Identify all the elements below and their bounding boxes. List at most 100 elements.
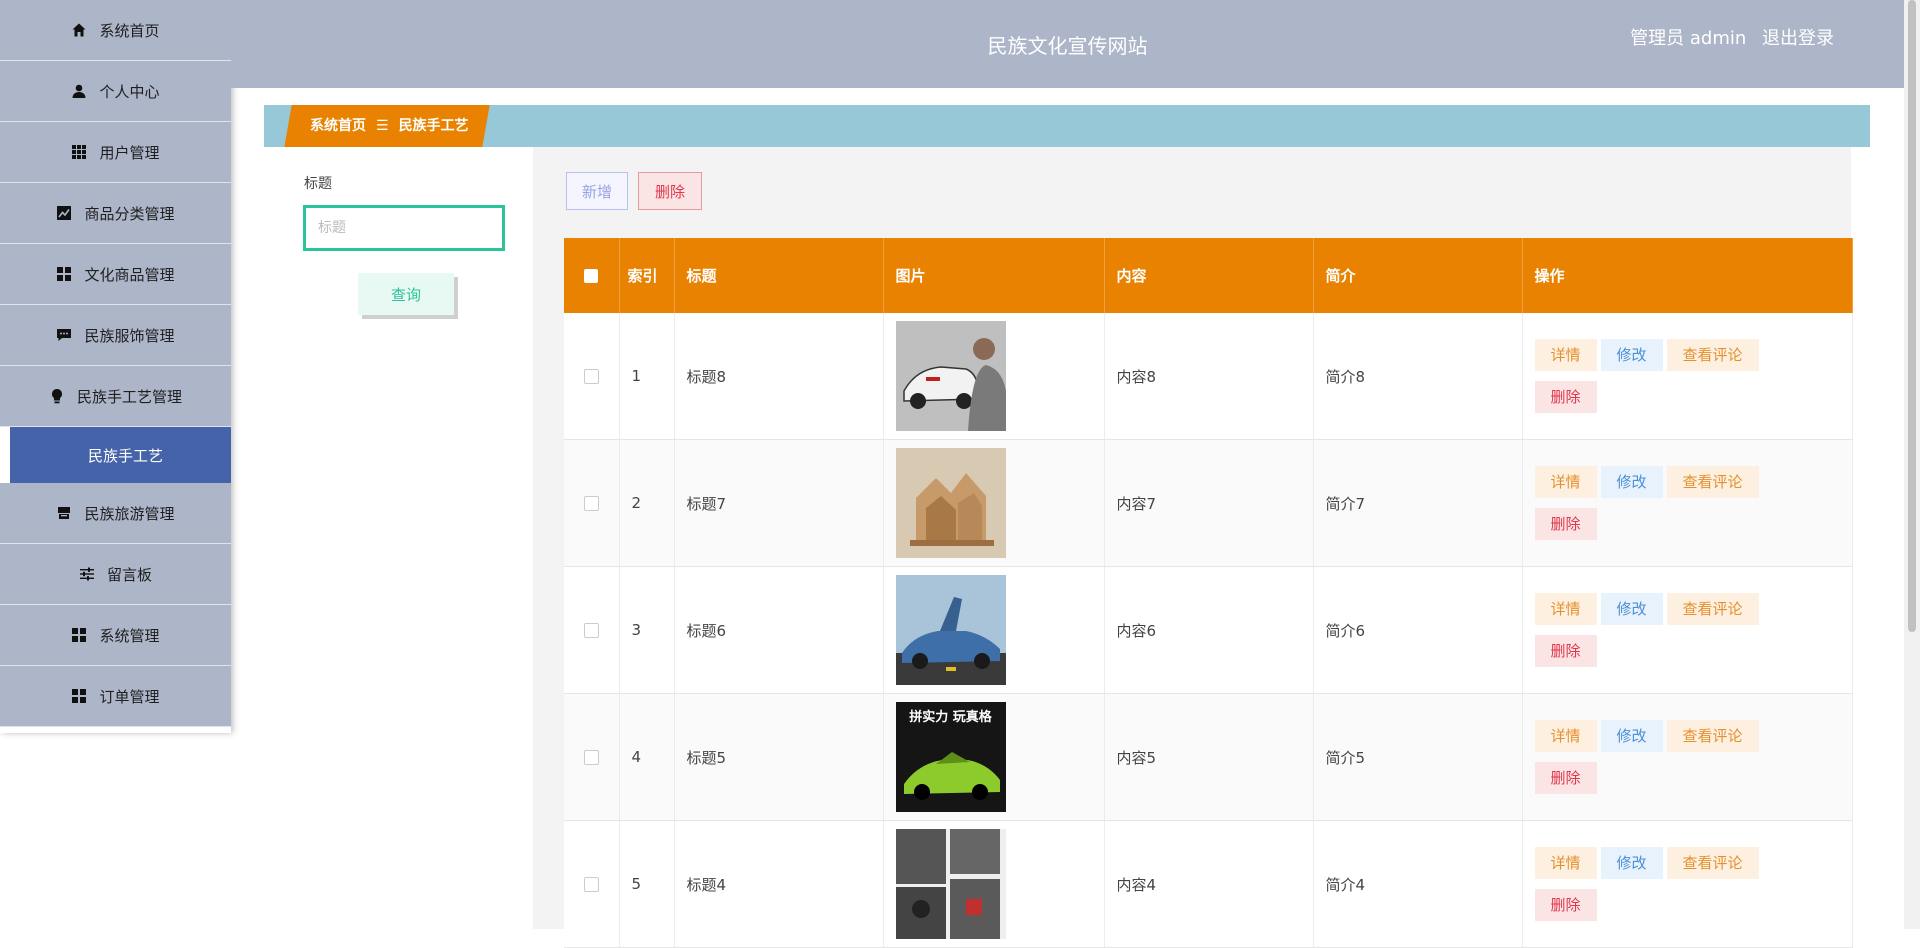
select-all-checkbox[interactable] xyxy=(584,269,599,283)
breadcrumb-current: 民族手工艺 xyxy=(398,118,469,134)
view-comments-button[interactable]: 查看评论 xyxy=(1666,720,1759,752)
row-checkbox[interactable] xyxy=(583,496,599,511)
product-thumbnail[interactable] xyxy=(895,321,1006,431)
sliders-icon xyxy=(79,567,94,581)
title-cell: 标题8 xyxy=(674,313,884,440)
row-select-cell xyxy=(564,439,620,567)
row-checkbox[interactable] xyxy=(583,623,599,638)
row-select-cell xyxy=(564,566,620,694)
sidebar-item-orders[interactable]: 订单管理 xyxy=(0,666,231,727)
query-button[interactable]: 查询 xyxy=(358,273,454,315)
edit-button[interactable]: 修改 xyxy=(1600,720,1663,752)
delete-button[interactable]: 删除 xyxy=(1534,635,1597,667)
edit-button[interactable]: 修改 xyxy=(1600,593,1663,625)
sidebar: 系统首页 个人中心 用户管理 商品分类管理 文化商品管理 民族服饰管理 民族手工… xyxy=(0,0,231,733)
search-input[interactable] xyxy=(303,205,505,251)
sidebar-item-label: 文化商品管理 xyxy=(84,265,175,284)
select-all-header[interactable] xyxy=(564,238,620,313)
sidebar-item-category[interactable]: 商品分类管理 xyxy=(0,183,231,244)
image-cell xyxy=(883,566,1105,694)
header-actions: 操作 xyxy=(1522,238,1853,313)
intro-cell: 简介5 xyxy=(1313,693,1523,821)
breadcrumb: 系统首页 ☰ 民族手工艺 xyxy=(264,105,1870,147)
delete-button[interactable]: 删除 xyxy=(1534,508,1597,540)
header-image: 图片 xyxy=(883,238,1105,313)
grid-icon xyxy=(72,145,87,159)
product-thumbnail[interactable]: 拼实力 玩真格 xyxy=(895,702,1006,812)
sidebar-item-profile[interactable]: 个人中心 xyxy=(0,61,231,122)
user-info: 管理员 admin 退出登录 xyxy=(1630,24,1834,50)
actions-cell: 详情 修改 查看评论删除 xyxy=(1522,820,1853,948)
image-cell xyxy=(883,313,1105,440)
actions-cell: 详情 修改 查看评论删除 xyxy=(1522,566,1853,694)
product-thumbnail[interactable] xyxy=(895,448,1006,558)
sidebar-item-label: 商品分类管理 xyxy=(84,204,175,223)
apps-icon xyxy=(57,267,72,281)
header-title: 标题 xyxy=(674,238,884,313)
content-cell: 内容8 xyxy=(1104,313,1314,440)
sidebar-item-label: 系统管理 xyxy=(99,626,160,645)
sidebar-item-label: 个人中心 xyxy=(99,82,160,101)
page-scrollbar[interactable] xyxy=(1904,0,1920,929)
add-button[interactable]: 新增 xyxy=(566,172,628,210)
sidebar-item-tourism[interactable]: 民族旅游管理 xyxy=(0,483,231,544)
batch-delete-button[interactable]: 删除 xyxy=(638,172,702,210)
scrollbar-thumb[interactable] xyxy=(1908,0,1916,632)
row-checkbox[interactable] xyxy=(583,369,599,384)
row-select-cell xyxy=(564,313,620,440)
title-cell: 标题4 xyxy=(674,820,884,948)
breadcrumb-text: 系统首页 ☰ 民族手工艺 xyxy=(310,105,469,147)
sidebar-item-users[interactable]: 用户管理 xyxy=(0,122,231,183)
detail-button[interactable]: 详情 xyxy=(1534,720,1597,752)
edit-button[interactable]: 修改 xyxy=(1600,466,1663,498)
view-comments-button[interactable]: 查看评论 xyxy=(1666,847,1759,879)
index-cell: 5 xyxy=(619,820,675,948)
table-row: 5 标题4 内容4 简介4 详情 修改 查看评论 删除 xyxy=(564,820,1853,948)
row-select-cell xyxy=(564,693,620,821)
row-select-cell xyxy=(564,820,620,948)
sidebar-item-label: 用户管理 xyxy=(99,143,160,162)
table-row: 1 标题8 内容8 简介8 详情 修改 查看评论 删除 xyxy=(564,313,1853,440)
sidebar-item-handicraft[interactable]: 民族手工艺管理 xyxy=(0,366,231,427)
delete-button[interactable]: 删除 xyxy=(1534,381,1597,413)
product-thumbnail[interactable] xyxy=(895,829,1006,939)
apps-icon xyxy=(72,689,87,703)
detail-button[interactable]: 详情 xyxy=(1534,593,1597,625)
content-cell: 内容5 xyxy=(1104,693,1314,821)
detail-button[interactable]: 详情 xyxy=(1534,339,1597,371)
table-row: 2 标题7 内容7 简介7 详情 修改 查看评论 删除 xyxy=(564,439,1853,567)
edit-button[interactable]: 修改 xyxy=(1600,339,1663,371)
sidebar-item-label: 留言板 xyxy=(106,565,152,584)
edit-button[interactable]: 修改 xyxy=(1600,847,1663,879)
header-content: 内容 xyxy=(1104,238,1314,313)
intro-cell: 简介6 xyxy=(1313,566,1523,694)
row-checkbox[interactable] xyxy=(583,750,599,765)
index-cell: 2 xyxy=(619,439,675,567)
store-icon xyxy=(58,507,71,519)
view-comments-button[interactable]: 查看评论 xyxy=(1666,593,1759,625)
sidebar-subitem-handicraft[interactable]: 民族手工艺 xyxy=(0,427,231,483)
sidebar-item-system[interactable]: 系统管理 xyxy=(0,605,231,666)
sidebar-item-messages[interactable]: 留言板 xyxy=(0,544,231,605)
sidebar-item-label: 订单管理 xyxy=(99,687,160,706)
row-checkbox[interactable] xyxy=(583,877,599,892)
detail-button[interactable]: 详情 xyxy=(1534,466,1597,498)
sidebar-item-costume[interactable]: 民族服饰管理 xyxy=(0,305,231,366)
content-cell: 内容4 xyxy=(1104,820,1314,948)
sidebar-subitem-label: 民族手工艺 xyxy=(88,446,164,465)
sidebar-item-home[interactable]: 系统首页 xyxy=(0,0,231,61)
delete-button[interactable]: 删除 xyxy=(1534,889,1597,921)
sidebar-item-goods[interactable]: 文化商品管理 xyxy=(0,244,231,305)
breadcrumb-home[interactable]: 系统首页 xyxy=(310,118,366,134)
top-header: 民族文化宣传网站 管理员 admin 退出登录 xyxy=(231,0,1904,88)
detail-button[interactable]: 详情 xyxy=(1534,847,1597,879)
admin-label: 管理员 admin xyxy=(1630,28,1747,49)
actions-cell: 详情 修改 查看评论删除 xyxy=(1522,313,1853,440)
delete-button[interactable]: 删除 xyxy=(1534,762,1597,794)
view-comments-button[interactable]: 查看评论 xyxy=(1666,339,1759,371)
view-comments-button[interactable]: 查看评论 xyxy=(1666,466,1759,498)
logout-link[interactable]: 退出登录 xyxy=(1762,28,1834,49)
product-thumbnail[interactable] xyxy=(895,575,1006,685)
image-cell xyxy=(883,439,1105,567)
search-label: 标题 xyxy=(304,176,332,192)
